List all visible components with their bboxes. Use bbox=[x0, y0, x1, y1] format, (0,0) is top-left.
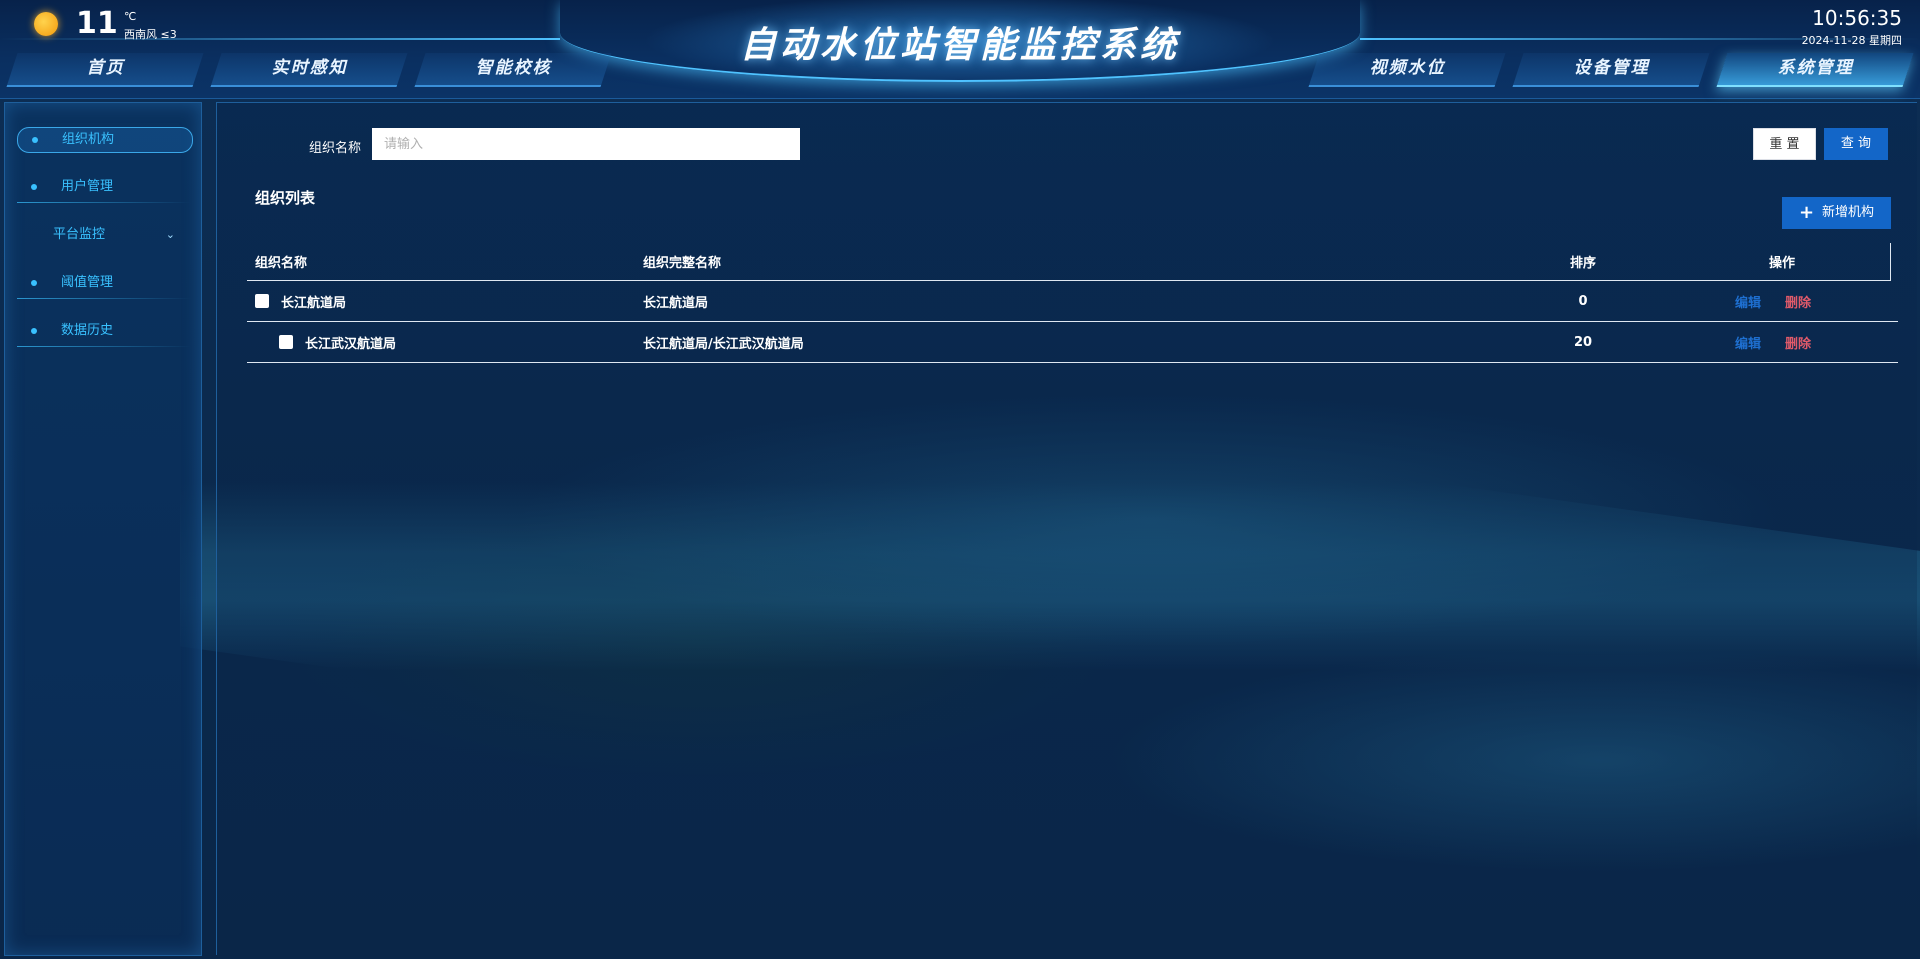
clock-widget: 10:56:35 2024-11-28 星期四 bbox=[1802, 6, 1902, 48]
nav-smart-check[interactable]: 智能校核 bbox=[414, 53, 612, 87]
sidebar-item-threshold[interactable]: 阈值管理 bbox=[17, 271, 191, 299]
nav-device-management[interactable]: 设备管理 bbox=[1512, 53, 1710, 87]
organization-table: 组织名称 组织完整名称 排序 操作 长江航道局 长江航道局 0 编辑 删除 长江… bbox=[247, 243, 1898, 363]
system-title: 自动水位站智能监控系统 bbox=[739, 25, 1180, 66]
org-name: 长江航道局 bbox=[281, 295, 347, 311]
table-row: 长江武汉航道局 长江航道局/长江武汉航道局 20 编辑 删除 bbox=[247, 322, 1898, 363]
column-header-sort: 排序 bbox=[1569, 256, 1596, 271]
column-header-full-name: 组织完整名称 bbox=[643, 256, 722, 271]
column-header-actions: 操作 bbox=[1768, 256, 1795, 271]
sidebar-item-underline bbox=[17, 346, 191, 347]
reset-button[interactable]: 重 置 bbox=[1753, 128, 1816, 160]
nav-video-level[interactable]: 视频水位 bbox=[1308, 53, 1506, 87]
wind-info: 西南风 ≤3 bbox=[124, 28, 177, 41]
sidebar-item-underline bbox=[17, 298, 191, 299]
bullet-icon bbox=[31, 184, 37, 190]
sidebar-item-label: 平台监控 bbox=[53, 227, 106, 242]
bullet-icon bbox=[31, 280, 37, 286]
nav-realtime[interactable]: 实时感知 bbox=[210, 53, 408, 87]
sun-icon bbox=[34, 12, 58, 36]
table-row: 长江航道局 长江航道局 0 编辑 删除 bbox=[247, 281, 1898, 322]
nav-smart-check-label: 智能校核 bbox=[475, 58, 552, 78]
sidebar-item-label: 组织机构 bbox=[62, 132, 115, 147]
nav-device-management-label: 设备管理 bbox=[1573, 58, 1650, 78]
sidebar: 组织机构 用户管理 平台监控 ⌄ 阈值管理 数据历史 bbox=[4, 102, 202, 956]
edit-link[interactable]: 编辑 bbox=[1735, 292, 1761, 311]
sidebar-item-platform-monitoring[interactable]: 平台监控 ⌄ bbox=[17, 223, 191, 247]
plus-icon: + bbox=[1798, 202, 1815, 223]
clock-date: 2024-11-28 星期四 bbox=[1801, 34, 1902, 47]
nav-system-management-label: 系统管理 bbox=[1777, 58, 1854, 78]
sidebar-item-underline bbox=[17, 202, 191, 203]
sidebar-item-label: 用户管理 bbox=[61, 179, 114, 194]
org-sort: 20 bbox=[1573, 334, 1593, 350]
org-sort: 0 bbox=[1578, 293, 1588, 309]
sidebar-item-label: 数据历史 bbox=[61, 323, 114, 338]
nav-video-level-label: 视频水位 bbox=[1369, 58, 1446, 78]
bullet-icon bbox=[32, 137, 38, 143]
filter-org-name-label: 组织名称 bbox=[309, 141, 362, 156]
delete-link[interactable]: 删除 bbox=[1785, 292, 1811, 311]
actions-cell: 编辑 删除 bbox=[1735, 322, 1811, 362]
chevron-down-icon: ⌄ bbox=[165, 228, 175, 241]
column-header-name: 组织名称 bbox=[255, 256, 308, 271]
app-root: 11 ℃ 西南风 ≤3 自动水位站智能监控系统 10:56:35 2024-11… bbox=[0, 0, 1920, 959]
nav-realtime-label: 实时感知 bbox=[271, 58, 348, 78]
org-full-name: 长江航道局/长江武汉航道局 bbox=[643, 336, 804, 352]
sidebar-item-data-history[interactable]: 数据历史 bbox=[17, 319, 191, 347]
add-organization-button[interactable]: + 新增机构 bbox=[1782, 197, 1891, 229]
org-full-name: 长江航道局 bbox=[643, 295, 709, 311]
bullet-icon bbox=[31, 328, 37, 334]
nav-home[interactable]: 首页 bbox=[6, 53, 204, 87]
add-organization-label: 新增机构 bbox=[1822, 205, 1875, 220]
org-name: 长江武汉航道局 bbox=[305, 336, 397, 352]
sidebar-item-label: 阈值管理 bbox=[61, 275, 114, 290]
org-name-search-input[interactable] bbox=[372, 128, 800, 160]
name-cell: 长江航道局 bbox=[255, 281, 346, 321]
row-checkbox[interactable] bbox=[255, 294, 269, 308]
table-header-row: 组织名称 组织完整名称 排序 操作 bbox=[247, 243, 1891, 281]
sidebar-item-users[interactable]: 用户管理 bbox=[17, 175, 191, 203]
actions-cell: 编辑 删除 bbox=[1735, 281, 1811, 321]
delete-link[interactable]: 删除 bbox=[1785, 333, 1811, 352]
main-panel: 组织名称 重 置 查 询 组织列表 + 新增机构 组织名称 组织完整名称 排序 操… bbox=[216, 102, 1917, 955]
query-button[interactable]: 查 询 bbox=[1824, 128, 1888, 160]
nav-home-label: 首页 bbox=[86, 58, 125, 78]
edit-link[interactable]: 编辑 bbox=[1735, 333, 1761, 352]
nav-system-management[interactable]: 系统管理 bbox=[1716, 53, 1914, 87]
temperature-value: 11 bbox=[76, 6, 118, 41]
name-cell: 长江武汉航道局 bbox=[255, 322, 396, 362]
row-checkbox[interactable] bbox=[279, 335, 293, 349]
sidebar-item-organization[interactable]: 组织机构 bbox=[17, 127, 193, 153]
list-title: 组织列表 bbox=[255, 189, 316, 207]
header-bar: 11 ℃ 西南风 ≤3 自动水位站智能监控系统 10:56:35 2024-11… bbox=[0, 0, 1920, 99]
temperature-unit: ℃ bbox=[124, 10, 137, 23]
clock-time: 10:56:35 bbox=[1812, 6, 1902, 30]
